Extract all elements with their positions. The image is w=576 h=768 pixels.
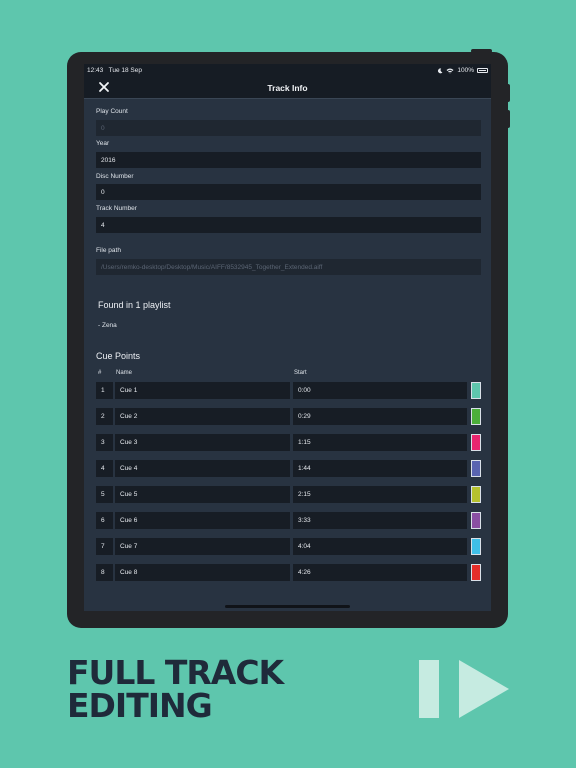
moon-icon: [438, 67, 443, 73]
cue-row: 1 Cue 1 0:00: [96, 382, 481, 399]
cue-color-swatch[interactable]: [471, 564, 481, 581]
cue-points-heading: Cue Points: [96, 351, 141, 361]
status-date: Tue 18 Sep: [108, 67, 142, 74]
status-bar: 12:43 Tue 18 Sep 100%: [84, 64, 491, 77]
cue-column-name: Name: [116, 370, 133, 376]
disc-number-label: Disc Number: [96, 173, 134, 180]
cue-name-field[interactable]: Cue 5: [115, 486, 290, 503]
cue-row: 3 Cue 3 1:15: [96, 434, 481, 451]
cue-number: 1: [96, 382, 113, 399]
battery-percent: 100%: [457, 67, 474, 74]
cue-row: 7 Cue 7 4:04: [96, 538, 481, 555]
cue-start-field[interactable]: 4:26: [293, 564, 467, 581]
status-time: 12:43 Tue 18 Sep: [87, 67, 142, 74]
wifi-icon: [446, 68, 454, 73]
cue-row: 2 Cue 2 0:29: [96, 408, 481, 425]
cue-start-field[interactable]: 4:04: [293, 538, 467, 555]
cue-color-swatch[interactable]: [471, 512, 481, 529]
cue-number: 5: [96, 486, 113, 503]
nav-bar: Track Info: [84, 77, 491, 99]
cue-number: 6: [96, 512, 113, 529]
play-count-field: 0: [96, 120, 481, 136]
cue-start-field[interactable]: 0:00: [293, 382, 467, 399]
cue-start-field[interactable]: 2:15: [293, 486, 467, 503]
cue-number: 7: [96, 538, 113, 555]
cue-number: 2: [96, 408, 113, 425]
cue-number: 8: [96, 564, 113, 581]
cue-color-swatch[interactable]: [471, 460, 481, 477]
cue-start-field[interactable]: 1:15: [293, 434, 467, 451]
cue-start-field[interactable]: 0:29: [293, 408, 467, 425]
file-path-label: File path: [96, 247, 121, 254]
year-field[interactable]: 2016: [96, 152, 481, 168]
playlists-heading: Found in 1 playlist: [98, 300, 171, 310]
file-path-field: /Users/remko-desktop/Desktop/Music/AIFF/…: [96, 259, 481, 275]
track-number-label: Track Number: [96, 205, 137, 212]
playlist-item[interactable]: - Zena: [98, 322, 117, 329]
year-label: Year: [96, 140, 110, 147]
cue-start-field[interactable]: 1:44: [293, 460, 467, 477]
cue-name-field[interactable]: Cue 4: [115, 460, 290, 477]
cue-name-field[interactable]: Cue 6: [115, 512, 290, 529]
battery-icon: [477, 68, 488, 73]
home-indicator[interactable]: [225, 605, 350, 608]
cue-row: 8 Cue 8 4:26: [96, 564, 481, 581]
cue-name-field[interactable]: Cue 7: [115, 538, 290, 555]
cue-number: 4: [96, 460, 113, 477]
track-number-field[interactable]: 4: [96, 217, 481, 233]
cue-color-swatch[interactable]: [471, 382, 481, 399]
play-logo-icon: [419, 660, 509, 718]
cue-start-field[interactable]: 3:33: [293, 512, 467, 529]
cue-name-field[interactable]: Cue 2: [115, 408, 290, 425]
cue-name-field[interactable]: Cue 1: [115, 382, 290, 399]
status-indicators: 100%: [437, 67, 488, 74]
status-clock: 12:43: [87, 67, 104, 74]
cue-column-num: #: [98, 370, 102, 376]
promo-headline: FULL TRACK EDITING: [67, 653, 284, 725]
cue-color-swatch[interactable]: [471, 434, 481, 451]
promo-line-1: FULL TRACK: [67, 653, 284, 692]
page-title: Track Info: [267, 83, 308, 93]
cue-row: 6 Cue 6 3:33: [96, 512, 481, 529]
play-count-label: Play Count: [96, 108, 128, 115]
cue-row: 4 Cue 4 1:44: [96, 460, 481, 477]
tablet-screen: 12:43 Tue 18 Sep 100% Track Info Play Co…: [84, 64, 491, 611]
disc-number-field[interactable]: 0: [96, 184, 481, 200]
cue-color-swatch[interactable]: [471, 408, 481, 425]
cue-number: 3: [96, 434, 113, 451]
promo-line-2: EDITING: [67, 686, 213, 725]
cue-name-field[interactable]: Cue 8: [115, 564, 290, 581]
cue-name-field[interactable]: Cue 3: [115, 434, 290, 451]
cue-row: 5 Cue 5 2:15: [96, 486, 481, 503]
cue-color-swatch[interactable]: [471, 538, 481, 555]
cue-color-swatch[interactable]: [471, 486, 481, 503]
cue-column-start: Start: [294, 370, 307, 376]
